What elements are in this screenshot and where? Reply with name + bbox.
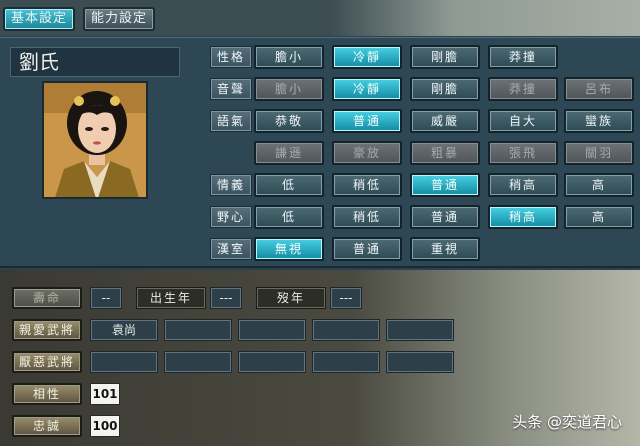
option-voice-5[interactable]: 呂布 xyxy=(564,77,634,101)
option-tone-2[interactable]: 普通 xyxy=(332,109,402,133)
liked-officer-slot-3[interactable] xyxy=(238,319,306,341)
option-ambition-1[interactable]: 低 xyxy=(254,205,324,229)
option-tone-9[interactable]: 張飛 xyxy=(488,141,558,165)
label-personality: 性格 xyxy=(210,46,252,68)
option-sentiment-3[interactable]: 普通 xyxy=(410,173,480,197)
disliked-officer-slot-4[interactable] xyxy=(312,351,380,373)
option-ambition-4[interactable]: 稍高 xyxy=(488,205,558,229)
death-year-value: --- xyxy=(330,287,362,309)
option-personality-2[interactable]: 冷靜 xyxy=(332,45,402,69)
portrait-image xyxy=(44,83,146,197)
option-personality-3[interactable]: 剛膽 xyxy=(410,45,480,69)
liked-officer-slot-1[interactable]: 袁尚 xyxy=(90,319,158,341)
disliked-officers-button[interactable]: 厭惡武將 xyxy=(12,351,82,373)
disliked-officer-slot-3[interactable] xyxy=(238,351,306,373)
disliked-officer-slot-2[interactable] xyxy=(164,351,232,373)
birth-year-value: --- xyxy=(210,287,242,309)
option-tone-4[interactable]: 自大 xyxy=(488,109,558,133)
option-sentiment-2[interactable]: 稍低 xyxy=(332,173,402,197)
option-tone-6[interactable]: 謙遜 xyxy=(254,141,324,165)
disliked-officer-slot-1[interactable] xyxy=(90,351,158,373)
lifespan-button[interactable]: 壽命 xyxy=(12,287,82,309)
label-ambition: 野心 xyxy=(210,206,252,228)
option-tone-1[interactable]: 恭敬 xyxy=(254,109,324,133)
liked-officer-slot-5[interactable] xyxy=(386,319,454,341)
option-sentiment-1[interactable]: 低 xyxy=(254,173,324,197)
tab-ability-settings[interactable]: 能力設定 xyxy=(83,7,155,31)
lifespan-value: -- xyxy=(90,287,122,309)
loyalty-value[interactable]: 100 xyxy=(90,415,120,437)
option-sentiment-4[interactable]: 稍高 xyxy=(488,173,558,197)
option-personality-1[interactable]: 膽小 xyxy=(254,45,324,69)
liked-officer-slot-4[interactable] xyxy=(312,319,380,341)
disliked-officer-slot-5[interactable] xyxy=(386,351,454,373)
option-personality-4[interactable]: 莽撞 xyxy=(488,45,558,69)
option-tone-5[interactable]: 蠻族 xyxy=(564,109,634,133)
liked-officer-slot-2[interactable] xyxy=(164,319,232,341)
label-voice: 音聲 xyxy=(210,78,252,100)
option-han-1[interactable]: 無視 xyxy=(254,237,324,261)
option-sentiment-5[interactable]: 高 xyxy=(564,173,634,197)
officer-name-field[interactable]: 劉氏 xyxy=(10,47,180,77)
option-voice-3[interactable]: 剛膽 xyxy=(410,77,480,101)
watermark: 头条 @奕道君心 xyxy=(512,413,622,431)
label-han-court: 漢室 xyxy=(210,238,252,260)
officer-portrait[interactable] xyxy=(42,81,148,199)
option-tone-7[interactable]: 豪放 xyxy=(332,141,402,165)
affinity-button[interactable]: 相性 xyxy=(12,383,82,405)
liked-officers-button[interactable]: 親愛武將 xyxy=(12,319,82,341)
affinity-value[interactable]: 101 xyxy=(90,383,120,405)
loyalty-button[interactable]: 忠誠 xyxy=(12,415,82,437)
death-year-label: 歿年 xyxy=(256,287,326,309)
label-tone: 語氣 xyxy=(210,110,252,132)
option-voice-4[interactable]: 莽撞 xyxy=(488,77,558,101)
option-tone-10[interactable]: 關羽 xyxy=(564,141,634,165)
option-tone-3[interactable]: 威嚴 xyxy=(410,109,480,133)
label-loyalty-sentiment: 情義 xyxy=(210,174,252,196)
option-han-3[interactable]: 重視 xyxy=(410,237,480,261)
option-voice-2[interactable]: 冷靜 xyxy=(332,77,402,101)
option-ambition-5[interactable]: 高 xyxy=(564,205,634,229)
option-tone-8[interactable]: 粗暴 xyxy=(410,141,480,165)
option-voice-1[interactable]: 膽小 xyxy=(254,77,324,101)
option-ambition-2[interactable]: 稍低 xyxy=(332,205,402,229)
option-han-2[interactable]: 普通 xyxy=(332,237,402,261)
option-ambition-3[interactable]: 普通 xyxy=(410,205,480,229)
birth-year-label: 出生年 xyxy=(136,287,206,309)
tab-basic-settings[interactable]: 基本設定 xyxy=(3,7,75,31)
